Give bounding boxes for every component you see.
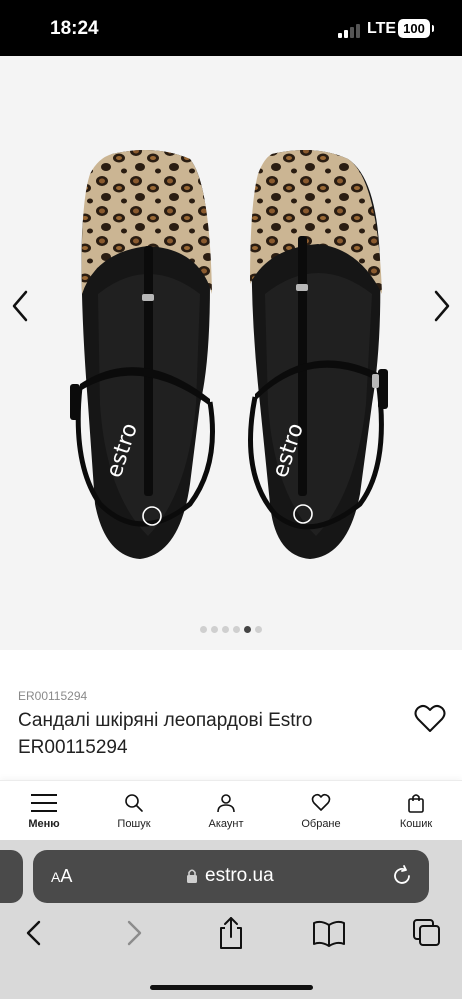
tabs-icon: [413, 919, 440, 946]
browser-toolbar: AA estro.ua: [0, 840, 462, 999]
previous-image-button[interactable]: [6, 286, 36, 326]
menu-icon: [31, 794, 57, 812]
account-icon: [217, 794, 235, 813]
address-bar[interactable]: AA estro.ua: [33, 850, 429, 903]
heart-icon: [414, 704, 446, 732]
back-button[interactable]: [16, 915, 56, 951]
pagination-dot[interactable]: [255, 626, 262, 633]
network-type: LTE: [367, 20, 397, 37]
status-time: 18:24: [50, 18, 99, 39]
share-button[interactable]: [211, 915, 251, 951]
status-bar: 18:24 LTE 100: [0, 0, 462, 56]
tabs-button[interactable]: [407, 915, 447, 951]
chevron-right-icon: [434, 290, 450, 322]
bookmarks-button[interactable]: [309, 915, 349, 951]
pagination-dot[interactable]: [200, 626, 207, 633]
nav-cart-label: Кошик: [399, 818, 433, 830]
product-gallery[interactable]: estro estro: [0, 56, 462, 650]
next-image-button[interactable]: [426, 286, 456, 326]
add-to-favorites-button[interactable]: [414, 704, 446, 734]
chevron-right-icon: [127, 920, 142, 946]
nav-favorites-label: Обране: [301, 818, 341, 830]
heart-icon: [311, 793, 331, 811]
reload-icon[interactable]: [391, 865, 413, 887]
previous-tab-preview[interactable]: [0, 850, 23, 903]
nav-search-label: Пошук: [117, 818, 151, 830]
nav-menu[interactable]: Меню: [0, 793, 90, 830]
lock-icon: [187, 869, 197, 883]
battery-icon: 100: [398, 19, 434, 38]
chevron-left-icon: [26, 920, 41, 946]
gallery-pagination: [0, 626, 462, 633]
product-sku: ER00115294: [18, 689, 88, 703]
product-title: Сандалі шкіряні леопардові Estro ER00115…: [18, 710, 313, 758]
chevron-left-icon: [12, 290, 28, 322]
nav-account-label: Акаунт: [208, 818, 244, 830]
product-image: estro estro: [70, 150, 388, 559]
search-icon: [125, 794, 143, 812]
nav-favorites[interactable]: Обране: [275, 793, 367, 830]
share-icon: [220, 917, 242, 949]
home-indicator: [150, 985, 313, 990]
nav-search[interactable]: Пошук: [88, 793, 180, 830]
nav-account[interactable]: Акаунт: [180, 793, 272, 830]
bag-icon: [408, 794, 424, 813]
pagination-dot-active[interactable]: [244, 626, 251, 633]
book-icon: [313, 920, 345, 947]
url-text: estro.ua: [205, 865, 274, 886]
signal-icon: [338, 22, 362, 38]
nav-menu-label: Меню: [28, 818, 60, 830]
text-size-button[interactable]: AA: [51, 866, 72, 887]
forward-button[interactable]: [112, 915, 152, 951]
pagination-dot[interactable]: [222, 626, 229, 633]
bottom-navigation: Меню Пошук Акаунт Обране Кошик: [0, 780, 462, 840]
pagination-dot[interactable]: [233, 626, 240, 633]
pagination-dot[interactable]: [211, 626, 218, 633]
nav-cart[interactable]: Кошик: [370, 793, 462, 830]
